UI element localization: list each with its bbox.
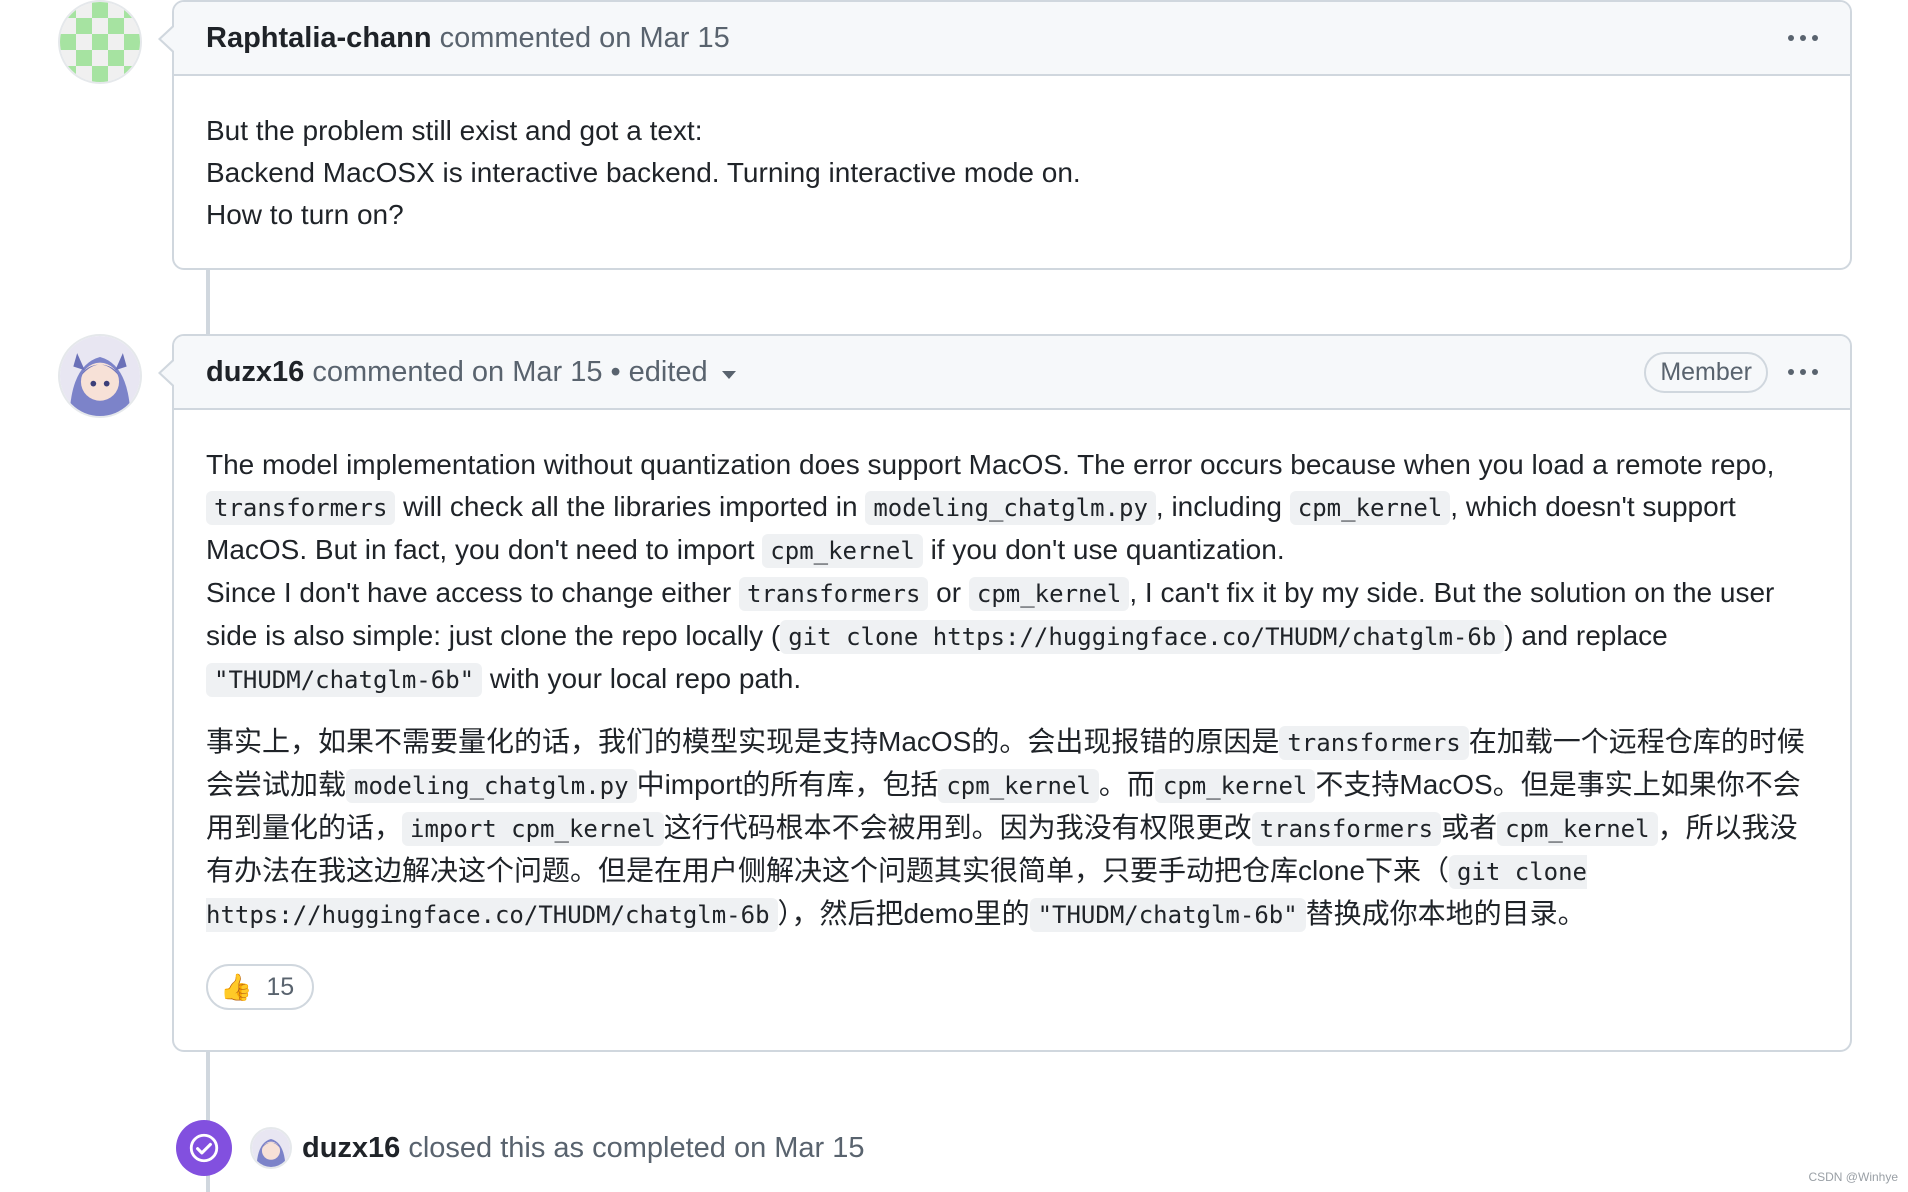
inline-code: cpm_kernel: [1497, 812, 1658, 846]
inline-code: modeling_chatglm.py: [346, 769, 637, 803]
inline-code: git clone https://huggingface.co/THUDM/c…: [780, 620, 1505, 654]
chinese-paragraph: 事实上，如果不需要量化的话，我们的模型实现是支持MacOS的。会出现报错的原因是…: [206, 721, 1818, 936]
identicon-avatar-icon: [60, 2, 140, 82]
inline-code: transformers: [206, 491, 396, 525]
avatar[interactable]: [250, 1127, 292, 1169]
comment-timestamp[interactable]: commented on Mar 15: [440, 22, 730, 55]
comment-card: Raphtalia-chann commented on Mar 15 But …: [158, 0, 1852, 270]
separator-dot: •: [610, 355, 621, 388]
comment-author[interactable]: duzx16: [206, 356, 304, 389]
comment-header: duzx16 commented on Mar 15 • edited Memb…: [158, 336, 1850, 410]
inline-code: cpm_kernel: [1289, 491, 1451, 525]
event-author[interactable]: duzx16: [302, 1132, 400, 1165]
member-badge: Member: [1644, 351, 1768, 393]
avatar[interactable]: [58, 0, 142, 84]
thumbs-up-reaction-button[interactable]: 👍 15: [206, 964, 315, 1010]
watermark: CSDN @Winhye: [1808, 1170, 1898, 1184]
inline-code: cpm_kernel: [762, 534, 923, 568]
comment-body: But the problem still exist and got a te…: [174, 76, 1850, 266]
inline-code: import cpm_kernel: [402, 812, 664, 846]
inline-code: cpm_kernel: [1154, 769, 1316, 803]
comment-header: Raphtalia-chann commented on Mar 15: [158, 2, 1850, 76]
avatar[interactable]: [58, 334, 142, 418]
comment-author[interactable]: Raphtalia-chann: [206, 22, 432, 55]
inline-code: transformers: [739, 577, 929, 611]
comment-body: The model implementation without quantiz…: [174, 410, 1850, 1040]
comment-line: How to turn on?: [206, 199, 404, 230]
inline-code: transformers: [1251, 812, 1442, 846]
inline-code: cpm_kernel: [938, 769, 1099, 803]
closed-event: duzx16 closed this as completed on Mar 1…: [176, 1120, 865, 1176]
inline-code: "THUDM/chatglm-6b": [1029, 898, 1306, 932]
chevron-down-icon[interactable]: [721, 371, 736, 379]
english-paragraph: The model implementation without quantiz…: [206, 444, 1818, 701]
comment-line: But the problem still exist and got a te…: [206, 115, 703, 146]
anime-avatar-icon: [252, 1129, 290, 1167]
edited-dropdown[interactable]: edited: [629, 356, 708, 389]
reaction-count: 15: [266, 973, 295, 1001]
comment-line: Backend MacOSX is interactive backend. T…: [206, 157, 1081, 188]
thumbs-up-icon: 👍: [220, 972, 253, 1002]
anime-avatar-icon: [60, 336, 140, 416]
comment-card: duzx16 commented on Mar 15 • edited Memb…: [158, 334, 1852, 1052]
check-circle-icon: [176, 1120, 232, 1176]
event-text: closed this as completed on Mar 15: [408, 1131, 865, 1164]
inline-code: modeling_chatglm.py: [865, 491, 1156, 525]
more-options-icon[interactable]: [1788, 35, 1818, 41]
comment-timestamp[interactable]: commented on Mar 15: [312, 356, 602, 389]
inline-code: "THUDM/chatglm-6b": [206, 663, 483, 697]
timeline-line: [206, 270, 210, 334]
inline-code: transformers: [1279, 726, 1469, 760]
more-options-icon[interactable]: [1788, 369, 1818, 375]
inline-code: cpm_kernel: [968, 577, 1130, 611]
